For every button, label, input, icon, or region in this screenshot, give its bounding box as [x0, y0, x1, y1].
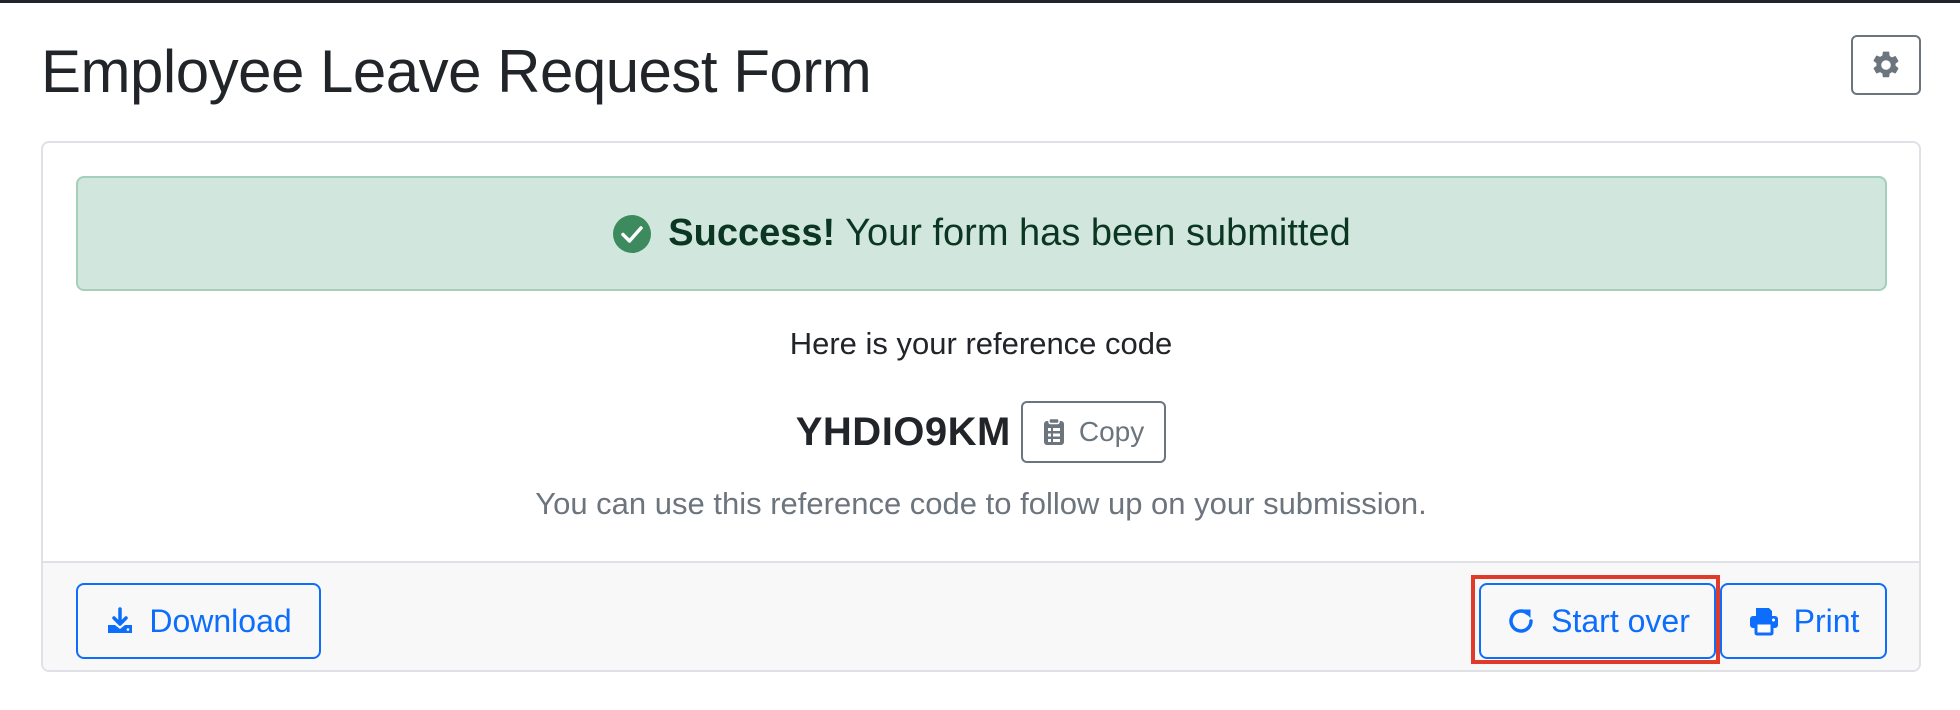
start-over-label: Start over [1551, 602, 1690, 639]
success-message: Your form has been submitted [845, 212, 1351, 254]
download-label: Download [149, 602, 292, 639]
settings-button[interactable] [1851, 35, 1921, 95]
copy-button[interactable]: Copy [1020, 401, 1167, 463]
card-body: Success! Your form has been submitted He… [43, 143, 1919, 561]
print-button[interactable]: Print [1720, 583, 1887, 659]
printer-icon [1748, 606, 1780, 636]
copy-label: Copy [1078, 416, 1145, 447]
download-icon [105, 606, 135, 636]
success-label: Success! [668, 212, 836, 254]
reference-note: You can use this reference code to follo… [535, 486, 1427, 521]
print-label: Print [1793, 602, 1860, 639]
reference-heading: Here is your reference code [789, 326, 1173, 361]
refresh-icon [1505, 605, 1537, 637]
reference-row: YHDIO9KM Copy [43, 401, 1919, 463]
top-rule [0, 0, 1960, 3]
clipboard-icon [1043, 418, 1065, 446]
reference-code: YHDIO9KM [795, 409, 1011, 454]
confirmation-card: Success! Your form has been submitted He… [41, 141, 1921, 672]
page-title: Employee Leave Request Form [41, 38, 872, 105]
success-alert: Success! Your form has been submitted [76, 176, 1887, 291]
card-footer: Download Start over Print [43, 561, 1919, 670]
gear-icon [1870, 49, 1902, 81]
download-button[interactable]: Download [76, 583, 321, 659]
check-circle-icon [612, 214, 652, 254]
start-over-button[interactable]: Start over [1479, 583, 1716, 659]
